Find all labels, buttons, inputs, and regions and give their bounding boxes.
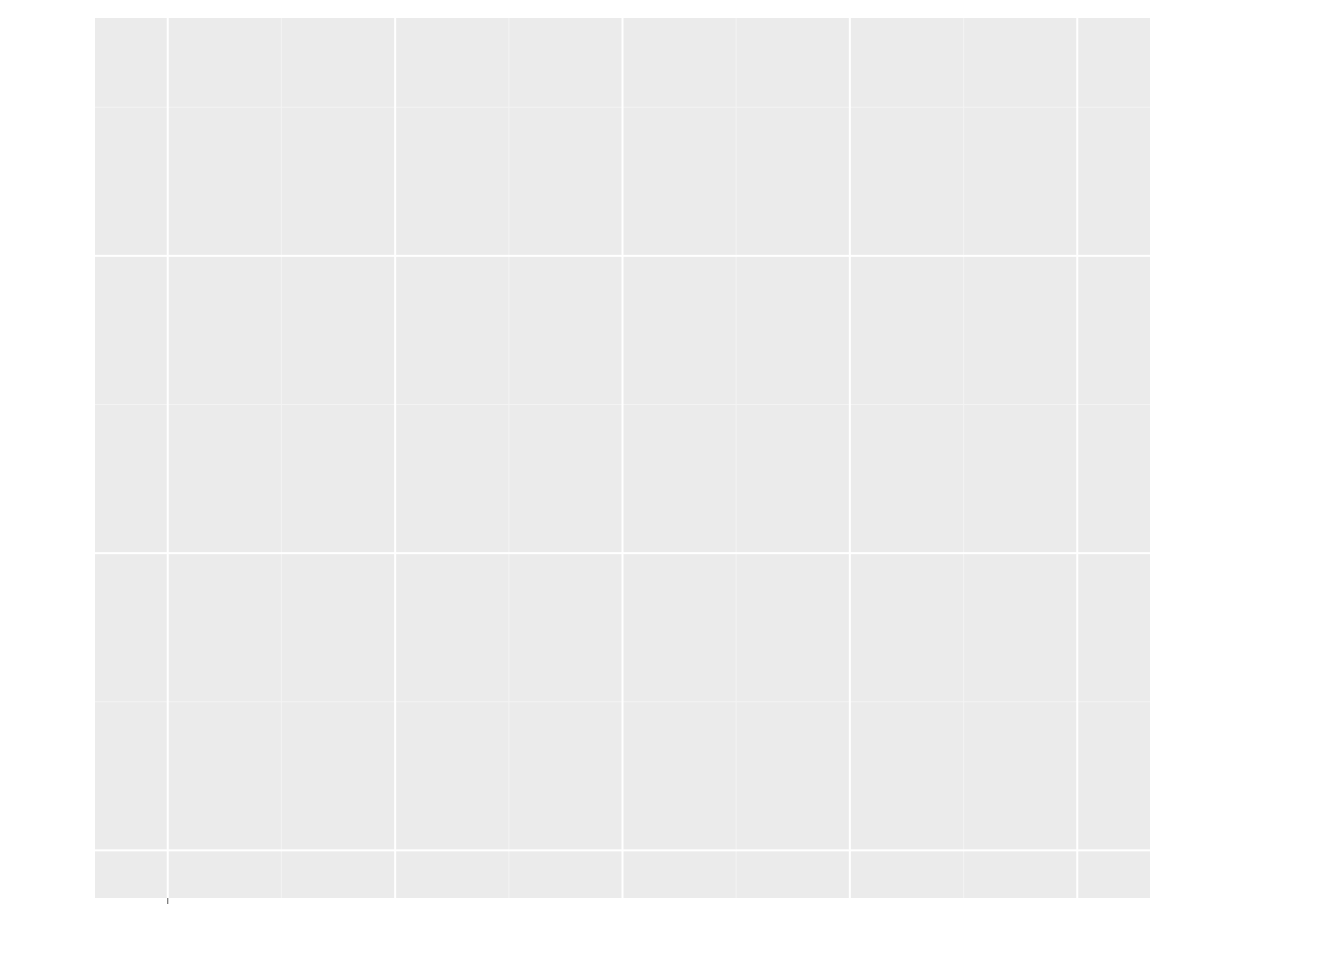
chart-container [0, 0, 1344, 960]
scatter-chart [0, 0, 1344, 960]
